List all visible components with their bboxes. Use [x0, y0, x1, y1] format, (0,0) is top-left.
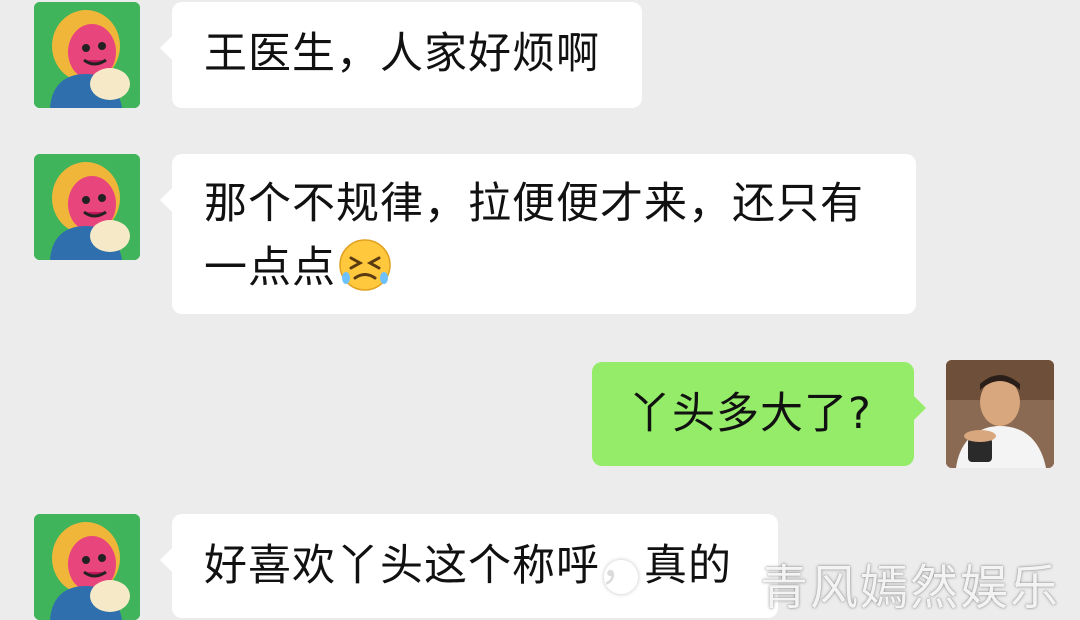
- self-avatar[interactable]: [946, 360, 1054, 468]
- cartoon-girl-avatar-icon: [34, 2, 140, 108]
- message-text: 丫头多大了?: [628, 389, 872, 439]
- cartoon-girl-avatar-icon: [34, 514, 140, 620]
- contact-avatar[interactable]: [34, 2, 140, 108]
- doctor-photo-avatar-icon: [946, 360, 1054, 468]
- message-bubble[interactable]: 王医生，人家好烦啊: [160, 2, 642, 108]
- message-bubble-self[interactable]: 丫头多大了?: [592, 362, 926, 466]
- cartoon-girl-avatar-icon: [34, 154, 140, 260]
- watermark-text: 青风嫣然娱乐: [760, 560, 1061, 616]
- message-bubble[interactable]: 那个不规律，拉便便才来，还只有 一点点: [160, 154, 916, 314]
- message-text: 那个不规律，拉便便才来，还只有: [204, 179, 864, 229]
- contact-avatar[interactable]: [34, 154, 140, 260]
- contact-avatar[interactable]: [34, 514, 140, 620]
- message-bubble[interactable]: 好喜欢丫头这个称呼，真的: [160, 514, 778, 618]
- persevering-face-emoji-icon: [339, 239, 391, 291]
- message-text: 一点点: [204, 243, 336, 293]
- message-text: 好喜欢丫头这个称呼，真的: [204, 541, 732, 591]
- message-text: 王医生，人家好烦啊: [204, 29, 600, 79]
- watermark-logo-icon: [604, 560, 638, 594]
- message-text-line2: 一点点: [204, 236, 884, 300]
- chat-view: 王医生，人家好烦啊 那个不规律，拉便便才来，还只有 一点点 丫头多大了? 好喜欢…: [0, 0, 1080, 620]
